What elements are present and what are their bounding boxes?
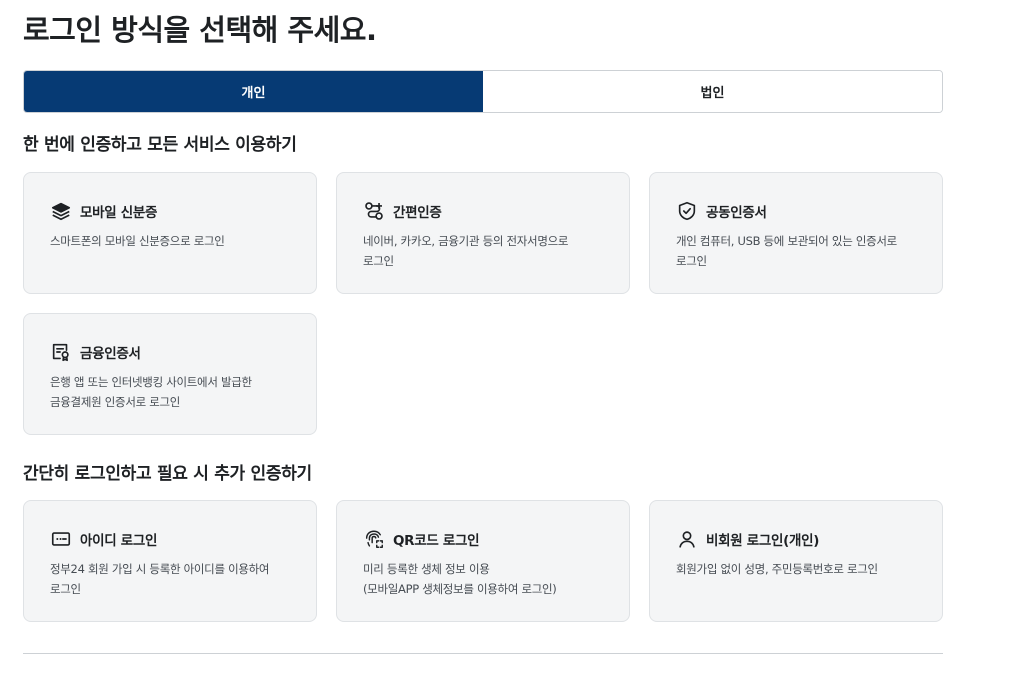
id-password-icon xyxy=(50,528,72,550)
user-type-tabs: 개인 법인 xyxy=(23,70,943,113)
card-title: 공동인증서 xyxy=(706,205,767,221)
card-description: 은행 앱 또는 인터넷뱅킹 사이트에서 발급한 금융결제원 인증서로 로그인 xyxy=(50,375,252,409)
mobile-id-stack-icon xyxy=(50,200,72,222)
certificate-badge-icon xyxy=(50,341,72,363)
login-card-guest-login[interactable]: 비회원 로그인(개인) 회원가입 없이 성명, 주민등록번호로 로그인 xyxy=(649,500,943,622)
card-title: 간편인증 xyxy=(393,205,442,221)
login-card-financial-certificate[interactable]: 금융인증서 은행 앱 또는 인터넷뱅킹 사이트에서 발급한 금융결제원 인증서로… xyxy=(23,313,317,435)
card-title: 아이디 로그인 xyxy=(80,533,158,549)
section-heading-simple-login: 간단히 로그인하고 필요 시 추가 인증하기 xyxy=(23,464,312,484)
login-card-qr-login[interactable]: QR코드 로그인 미리 등록한 생체 정보 이용 (모바일APP 생체정보를 이… xyxy=(336,500,630,622)
login-card-simple-auth[interactable]: 간편인증 네이버, 카카오, 금융기관 등의 전자서명으로 로그인 xyxy=(336,172,630,294)
fingerprint-qr-icon xyxy=(363,528,385,550)
login-card-joint-certificate[interactable]: 공동인증서 개인 컴퓨터, USB 등에 보관되어 있는 인증서로 로그인 xyxy=(649,172,943,294)
section-heading-all-services: 한 번에 인증하고 모든 서비스 이용하기 xyxy=(23,135,297,155)
card-title: 비회원 로그인(개인) xyxy=(706,533,820,549)
login-method-page: 로그인 방식을 선택해 주세요. 개인 법인 한 번에 인증하고 모든 서비스 … xyxy=(0,0,1024,674)
login-card-mobile-id[interactable]: 모바일 신분증 스마트폰의 모바일 신분증으로 로그인 xyxy=(23,172,317,294)
bottom-divider xyxy=(23,653,943,654)
login-card-id-login[interactable]: 아이디 로그인 정부24 회원 가입 시 등록한 아이디를 이용하여 로그인 xyxy=(23,500,317,622)
card-title: QR코드 로그인 xyxy=(393,533,480,549)
simple-auth-link-icon xyxy=(363,200,385,222)
tab-personal[interactable]: 개인 xyxy=(24,71,483,112)
shield-check-icon xyxy=(676,200,698,222)
tab-corporate[interactable]: 법인 xyxy=(483,71,942,112)
card-description: 개인 컴퓨터, USB 등에 보관되어 있는 인증서로 로그인 xyxy=(676,234,897,268)
page-title: 로그인 방식을 선택해 주세요. xyxy=(23,13,377,47)
card-description: 네이버, 카카오, 금융기관 등의 전자서명으로 로그인 xyxy=(363,234,569,268)
card-description: 스마트폰의 모바일 신분증으로 로그인 xyxy=(50,234,225,248)
card-title: 모바일 신분증 xyxy=(80,205,158,221)
person-icon xyxy=(676,528,698,550)
card-description: 미리 등록한 생체 정보 이용 (모바일APP 생체정보를 이용하여 로그인) xyxy=(363,562,557,596)
card-title: 금융인증서 xyxy=(80,346,141,362)
card-description: 정부24 회원 가입 시 등록한 아이디를 이용하여 로그인 xyxy=(50,562,270,596)
card-description: 회원가입 없이 성명, 주민등록번호로 로그인 xyxy=(676,562,878,576)
